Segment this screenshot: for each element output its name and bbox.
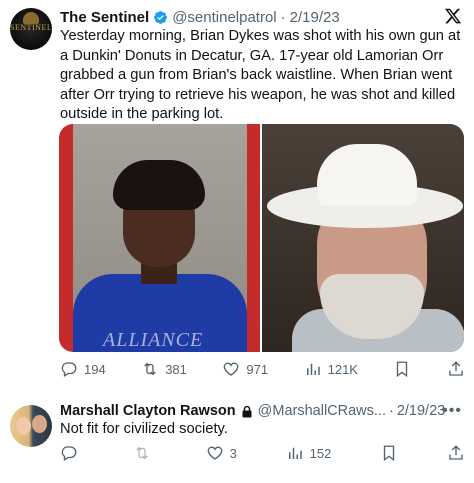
- reply-count: 194: [84, 361, 106, 377]
- lock-icon: [242, 405, 252, 417]
- views-icon: [288, 447, 302, 459]
- reply-author-handle[interactable]: @MarshallCRaws...: [258, 403, 386, 419]
- more-icon[interactable]: •••: [442, 402, 462, 420]
- verified-badge-icon: [154, 10, 168, 24]
- reply-header-separator: ·: [388, 403, 394, 419]
- hat-crown: [317, 144, 417, 206]
- reply-views-button[interactable]: 152: [286, 443, 332, 463]
- x-logo-icon: [444, 8, 462, 24]
- reply-text: Not fit for civilized society.: [60, 421, 228, 437]
- hair: [113, 160, 205, 210]
- bookmark-button[interactable]: [393, 359, 411, 379]
- post-media[interactable]: ALLIANCE: [59, 124, 464, 352]
- author-name[interactable]: The Sentinel: [60, 9, 149, 26]
- author-handle[interactable]: @sentinelpatrol: [172, 9, 276, 26]
- post-date[interactable]: 2/19/23: [290, 9, 340, 26]
- like-button[interactable]: 971: [222, 359, 268, 379]
- reply-button[interactable]: 194: [60, 359, 106, 379]
- bookmark-icon: [397, 361, 408, 378]
- like-icon: [207, 446, 222, 460]
- post-header: The Sentinel @sentinelpatrol · 2/19/23: [60, 7, 340, 27]
- avatar-face-right: [32, 415, 47, 433]
- reply-icon: [61, 362, 77, 377]
- reply-icon: [61, 446, 77, 461]
- avatar-logo-text: SENTINEL: [10, 23, 52, 32]
- mugshot-photo[interactable]: ALLIANCE: [59, 124, 260, 352]
- views-icon: [306, 363, 320, 375]
- bookmark-icon: [384, 445, 395, 462]
- header-separator: ·: [280, 8, 286, 26]
- author-avatar[interactable]: SENTINEL: [10, 8, 52, 50]
- share-button[interactable]: [447, 359, 465, 379]
- like-count: 971: [246, 361, 269, 377]
- reply-like-count: 3: [229, 445, 237, 461]
- shirt-print: ALLIANCE: [103, 329, 204, 351]
- reply-header: Marshall Clayton Rawson @MarshallCRaws..…: [60, 401, 445, 421]
- cowboy-hat-photo[interactable]: [262, 124, 464, 352]
- reply-share-button[interactable]: [447, 443, 465, 463]
- reply-author-avatar[interactable]: [10, 405, 52, 447]
- like-icon: [224, 362, 239, 376]
- share-icon: [449, 445, 463, 460]
- reply-bookmark-button[interactable]: [380, 443, 398, 463]
- reply-author-name[interactable]: Marshall Clayton Rawson: [60, 403, 236, 419]
- reply-reply-button[interactable]: [60, 443, 84, 463]
- avatar-face-left: [16, 417, 31, 435]
- reply-date[interactable]: 2/19/23: [397, 403, 445, 419]
- reply-action-bar: 3 152: [60, 443, 465, 463]
- repost-count: 381: [165, 361, 187, 377]
- repost-button[interactable]: 381: [141, 359, 187, 379]
- reply-like-button[interactable]: 3: [206, 443, 237, 463]
- reply-repost-button[interactable]: [133, 443, 157, 463]
- repost-icon: [144, 362, 156, 376]
- share-icon: [449, 361, 463, 376]
- views-button[interactable]: 121K: [304, 359, 358, 379]
- post-text: Yesterday morning, Brian Dykes was shot …: [60, 28, 461, 122]
- views-count: 121K: [327, 361, 358, 377]
- post-action-bar: 194 381 971 121K: [60, 359, 465, 379]
- reply-views-count: 152: [309, 445, 332, 461]
- repost-icon: [136, 446, 148, 460]
